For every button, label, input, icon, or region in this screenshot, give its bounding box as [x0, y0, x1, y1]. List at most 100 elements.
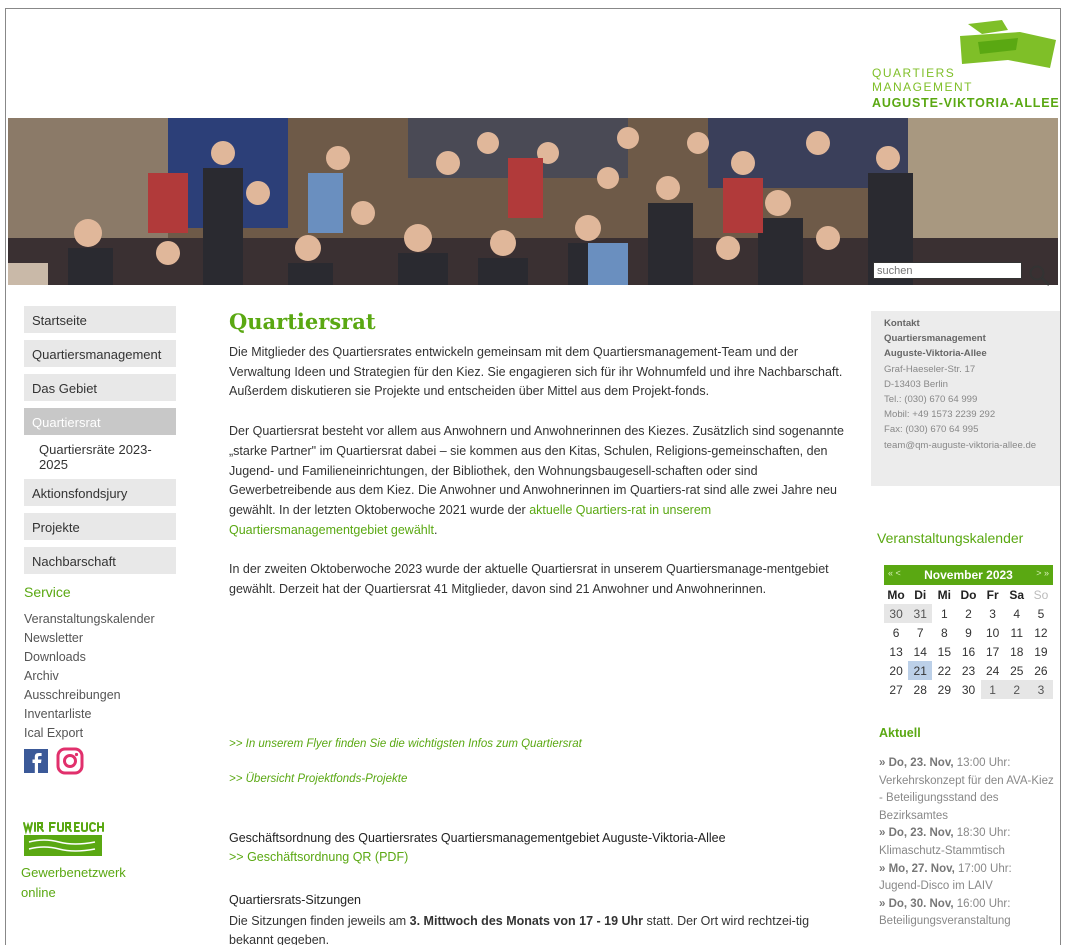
projects-overview-link[interactable]: >> Übersicht Projektfonds-Projekte	[229, 773, 407, 785]
calendar-day[interactable]: 2	[1004, 680, 1029, 699]
calendar-day[interactable]: 4	[1005, 604, 1029, 623]
search-icon[interactable]	[1028, 262, 1052, 286]
news-item[interactable]: » Do, 30. Nov, 16:00 Uhr: Beteiligungsver…	[879, 896, 1057, 931]
meetings-heading: Quartiersrats-Sitzungen	[229, 893, 362, 907]
news-item[interactable]: » Do, 23. Nov, 13:00 Uhr: Verkehrskonzept…	[879, 755, 1057, 825]
calendar-day[interactable]: 25	[1005, 661, 1029, 680]
calendar-prev-button[interactable]: « <	[888, 568, 901, 578]
contact-street: Graf-Haeseler-Str. 17	[884, 363, 976, 375]
calendar-day-today[interactable]: 21	[908, 661, 933, 680]
calendar-day[interactable]: 23	[956, 661, 980, 680]
service-links: Veranstaltungskalender Newsletter Downlo…	[24, 612, 155, 745]
news-list: » Do, 23. Nov, 13:00 Uhr: Verkehrskonzept…	[879, 755, 1057, 931]
intro-paragraph: Die Mitglieder des Quartiersrates entwic…	[229, 345, 843, 399]
wir-fuer-euch-logo[interactable]	[22, 820, 106, 863]
election-paragraph: In der zweiten Oktoberwoche 2023 wurde d…	[229, 562, 829, 597]
calendar-day[interactable]: 6	[884, 623, 908, 642]
calendar-day[interactable]: 19	[1029, 642, 1053, 661]
logo-mark-icon	[960, 20, 1056, 68]
calendar-day[interactable]: 30	[884, 604, 909, 623]
calendar-day[interactable]: 12	[1029, 623, 1053, 642]
nav-item-quartiersrat[interactable]: Quartiersrat	[24, 408, 176, 435]
search-input[interactable]	[873, 262, 1022, 279]
calendar-day[interactable]: 20	[884, 661, 908, 680]
news-text: Beteiligungsveranstaltung	[879, 915, 1011, 928]
news-date: » Do, 23. Nov,	[879, 757, 954, 769]
calendar-day[interactable]: 10	[981, 623, 1005, 642]
calendar-day[interactable]: 15	[932, 642, 956, 661]
calendar-day[interactable]: 22	[932, 661, 956, 680]
calendar-day[interactable]: 27	[884, 680, 908, 699]
calendar-day[interactable]: 9	[956, 623, 980, 642]
instagram-icon[interactable]	[56, 747, 84, 775]
header-banner-photo	[8, 118, 1058, 285]
calendar-day[interactable]: 11	[1005, 623, 1029, 642]
contact-org2: Auguste-Viktoria-Allee	[884, 348, 987, 360]
calendar-day[interactable]: 17	[981, 642, 1005, 661]
logo-line2: MANAGEMENT	[872, 80, 974, 94]
nav-item-startseite[interactable]: Startseite	[24, 306, 176, 333]
gewerbenetzwerk-line2: online	[21, 885, 56, 900]
contact-tel: Tel.: (030) 670 64 999	[884, 394, 978, 406]
service-link-newsletter[interactable]: Newsletter	[24, 631, 155, 650]
service-link-inventarliste[interactable]: Inventarliste	[24, 707, 155, 726]
service-link-downloads[interactable]: Downloads	[24, 650, 155, 669]
facebook-icon[interactable]	[24, 749, 48, 773]
site-logo[interactable]: QUARTIERS MANAGEMENT AUGUSTE-VIKTORIA-AL…	[870, 18, 1062, 118]
calendar-day[interactable]: 26	[1029, 661, 1053, 680]
composition-end: .	[433, 522, 438, 537]
contact-title: Kontakt	[884, 318, 920, 329]
calendar-day[interactable]: 31	[908, 604, 933, 623]
calendar-day[interactable]: 7	[908, 623, 932, 642]
service-link-ical-export[interactable]: Ical Export	[24, 726, 155, 745]
calendar-day[interactable]: 16	[956, 642, 980, 661]
calendar-day[interactable]: 1	[932, 604, 956, 623]
service-link-archiv[interactable]: Archiv	[24, 669, 155, 688]
calendar-day[interactable]: 13	[884, 642, 908, 661]
calendar-day[interactable]: 29	[932, 680, 956, 699]
rules-heading: Geschäftsordnung des Quartiersrates Quar…	[229, 831, 726, 845]
nav-item-das-gebiet[interactable]: Das Gebiet	[24, 374, 176, 401]
service-link-veranstaltungskalender[interactable]: Veranstaltungskalender	[24, 612, 155, 631]
news-item[interactable]: » Mo, 27. Nov, 17:00 Uhr: Jugend-Disco im…	[879, 861, 1057, 896]
calendar-week: 13 14 15 16 17 18 19	[884, 642, 1053, 661]
meetings-text: Die Sitzungen finden jeweils am 3. Mittw…	[229, 912, 849, 945]
nav-item-nachbarschaft[interactable]: Nachbarschaft	[24, 547, 176, 574]
service-link-ausschreibungen[interactable]: Ausschreibungen	[24, 688, 155, 707]
calendar-day[interactable]: 28	[908, 680, 932, 699]
main-content: Quartiersrat Die Mitglieder des Quartier…	[229, 309, 849, 620]
weekday-so: So	[1033, 587, 1049, 602]
calendar-day[interactable]: 1	[980, 680, 1005, 699]
calendar-header: November 2023 « < > »	[884, 565, 1053, 585]
calendar-day[interactable]: 2	[956, 604, 980, 623]
calendar-next-button[interactable]: > »	[1036, 568, 1049, 578]
calendar-day[interactable]: 14	[908, 642, 932, 661]
calendar-day[interactable]: 30	[956, 680, 980, 699]
calendar-day[interactable]: 3	[981, 604, 1005, 623]
news-time: 17:00 Uhr:	[954, 862, 1012, 875]
weekday-di: Di	[914, 587, 927, 602]
news-heading: Aktuell	[879, 726, 921, 740]
rules-pdf-link[interactable]: >> Geschäftsordnung QR (PDF)	[229, 850, 408, 864]
calendar-day[interactable]: 5	[1029, 604, 1053, 623]
logo-line1: QUARTIERS	[872, 66, 956, 80]
flyer-link[interactable]: >> In unserem Flyer finden Sie die wicht…	[229, 738, 582, 750]
logo-line3: AUGUSTE-VIKTORIA-ALLEE	[872, 96, 1060, 110]
nav-item-aktionsfondsjury[interactable]: Aktionsfondsjury	[24, 479, 176, 506]
nav-item-quartiersmanagement[interactable]: Quartiersmanagement	[24, 340, 176, 367]
nav-subitem-quartiersraete[interactable]: Quartiersräte 2023-2025	[24, 439, 176, 479]
calendar-day[interactable]: 3	[1028, 680, 1053, 699]
contact-mobil: Mobil: +49 1573 2239 292	[884, 409, 996, 421]
calendar-day[interactable]: 24	[981, 661, 1005, 680]
service-heading: Service	[24, 584, 71, 600]
nav-item-projekte[interactable]: Projekte	[24, 513, 176, 540]
calendar-day[interactable]: 8	[932, 623, 956, 642]
calendar-week: 27 28 29 30 1 2 3	[884, 680, 1053, 699]
calendar-grid: Mo Di Mi Do Fr Sa So 30 31 1 2 3 4 5 6 7…	[884, 585, 1053, 699]
contact-email[interactable]: team@qm-auguste-viktoria-allee.de	[884, 438, 1060, 453]
gewerbenetzwerk-link[interactable]: Gewerbenetzwerk online	[21, 863, 126, 903]
news-date: » Mo, 27. Nov,	[879, 862, 955, 875]
calendar-day[interactable]: 18	[1005, 642, 1029, 661]
meetings-time: 3. Mittwoch des Monats von 17 - 19 Uhr	[409, 914, 644, 928]
news-item[interactable]: » Do, 23. Nov, 18:30 Uhr: Klimaschutz-Sta…	[879, 825, 1057, 860]
